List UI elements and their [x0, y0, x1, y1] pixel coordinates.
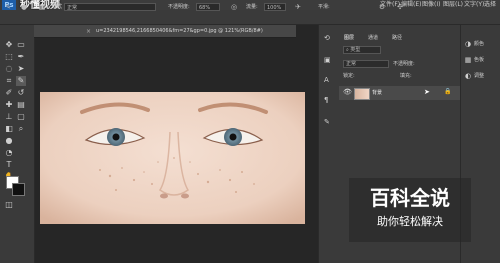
fill-label: 填充:: [400, 73, 412, 79]
character-panel-icon[interactable]: A: [324, 76, 329, 84]
tab-layers[interactable]: 图层: [344, 33, 354, 43]
pressure-opacity-icon[interactable]: ◎: [230, 3, 238, 11]
watermark-title: 百科全说: [370, 186, 450, 210]
menu-type[interactable]: 文字(Y): [464, 0, 484, 10]
dodge-tool-icon[interactable]: ◔: [4, 148, 14, 158]
lasso-tool-icon[interactable]: ◌: [4, 64, 14, 74]
mode-dropdown[interactable]: 正常: [64, 3, 156, 11]
zoom-tool-icon[interactable]: ⌕: [16, 124, 26, 134]
eyedropper-tool-icon[interactable]: ✐: [4, 88, 14, 98]
quick-mask-icon[interactable]: ◫: [4, 200, 14, 210]
history-brush-icon[interactable]: ↺: [16, 88, 26, 98]
document-close-icon[interactable]: ×: [86, 26, 91, 37]
settings-gear-icon[interactable]: ⚙: [378, 3, 386, 11]
brush-preset-icon[interactable]: ●: [20, 3, 28, 11]
crop-tool-icon[interactable]: ⌗: [4, 76, 14, 86]
layer-lock-icon: 🔒: [444, 88, 452, 95]
swatches-panel-icon[interactable]: ▦: [464, 56, 472, 64]
menu-layer[interactable]: 图层(L): [443, 0, 463, 10]
visibility-eye-icon[interactable]: 👁: [343, 88, 352, 96]
type-tool-icon[interactable]: T: [4, 160, 14, 170]
color-panel-icon[interactable]: ◑: [464, 40, 472, 48]
layer-opacity-label: 不透明度:: [393, 61, 415, 67]
pen-tool-icon[interactable]: ✒: [16, 52, 26, 62]
watermark-subtitle: 助你轻松解决: [377, 215, 443, 228]
mode-label: 模式: [52, 4, 63, 10]
lock-label: 锁定:: [343, 73, 355, 79]
opacity-label: 不透明度:: [168, 4, 190, 10]
kind-label: 类型: [350, 47, 361, 53]
history-panel-icon[interactable]: ⟲: [324, 34, 330, 42]
blend-mode-dropdown[interactable]: 正常: [343, 60, 389, 68]
shape-tool-icon[interactable]: ▢: [16, 112, 26, 122]
brush-settings-icon[interactable]: ▦: [38, 3, 46, 11]
canvas-image[interactable]: [40, 92, 305, 224]
paragraph-panel-icon[interactable]: ¶: [324, 96, 328, 104]
layer-kind-filter[interactable]: ⌕ 类型: [343, 46, 381, 54]
flow-input[interactable]: 100%: [264, 3, 286, 11]
options-bar: [0, 10, 500, 25]
marquee-tool-icon[interactable]: ⬚: [4, 52, 14, 62]
menu-image[interactable]: 图像(I): [422, 0, 440, 10]
symmetry-icon[interactable]: ✣: [396, 3, 404, 11]
gradient-tool-icon[interactable]: ▤: [16, 100, 26, 110]
menu-select[interactable]: 选择(S): [484, 0, 500, 10]
tab-paths[interactable]: 路径: [392, 33, 402, 43]
filter-search-icon: ⌕: [346, 47, 349, 53]
artboard-tool-icon[interactable]: ▭: [16, 40, 26, 50]
document-tab-title[interactable]: u=2342198546,2166850406&fm=27&gp=0.jpg @…: [96, 26, 263, 37]
mouse-cursor-icon: ➤: [424, 88, 430, 96]
brush-tool-active-icon[interactable]: ✎: [16, 76, 26, 86]
eraser-tool-icon[interactable]: ◧: [4, 124, 14, 134]
smoothing-label: 平滑:: [318, 4, 330, 10]
background-color-swatch[interactable]: [12, 183, 25, 196]
properties-panel-icon[interactable]: ▣: [324, 56, 331, 64]
brush-tool-icon[interactable]: ✎: [4, 3, 12, 11]
airbrush-icon[interactable]: ✈: [294, 3, 302, 11]
blur-tool-icon[interactable]: ●: [4, 136, 14, 146]
layer-thumbnail: [354, 88, 370, 100]
path-select-icon[interactable]: ➤: [16, 64, 26, 74]
swatches-panel-label[interactable]: 色板: [474, 56, 484, 64]
opacity-input[interactable]: 68%: [196, 3, 220, 11]
healing-tool-icon[interactable]: ✚: [4, 100, 14, 110]
adjustments-panel-icon[interactable]: ◐: [464, 72, 472, 80]
move-tool-icon[interactable]: ✥: [4, 40, 14, 50]
brush-panel-icon[interactable]: ✎: [324, 118, 330, 126]
adjustments-panel-label[interactable]: 调整: [474, 72, 484, 80]
face-photo: [40, 92, 305, 224]
tab-channels[interactable]: 通道: [368, 33, 378, 43]
menu-edit[interactable]: 编辑(E): [401, 0, 421, 10]
clone-stamp-icon[interactable]: ⊥: [4, 112, 14, 122]
layer-name[interactable]: 背景: [372, 88, 382, 98]
flow-label: 流量:: [246, 4, 258, 10]
color-panel-label[interactable]: 颜色: [474, 40, 484, 48]
